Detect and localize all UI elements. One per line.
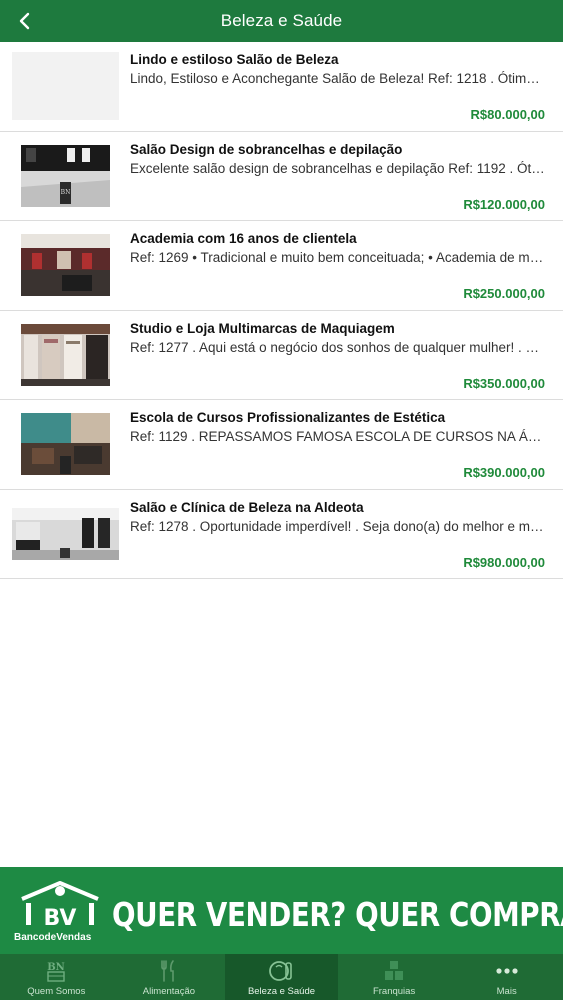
tab-alimentacao[interactable]: Alimentação [113,954,226,1000]
promo-banner[interactable]: BV BancodeVendas QUER VENDER? QUER COMPR… [0,867,563,954]
listing-thumbnail [12,499,119,568]
listing-item[interactable]: Salão e Clínica de Beleza na Aldeota Ref… [0,489,563,579]
fork-knife-icon [155,958,183,984]
tab-label: Beleza e Saúde [247,986,316,997]
listing-thumbnail [12,320,119,389]
page-title: Beleza e Saúde [220,11,343,30]
listing-thumbnail [12,410,119,478]
nav-header: Beleza e Saúde [0,0,563,42]
listing-item[interactable]: BN Salão Design de sobrancelhas e depila… [0,131,563,221]
svg-text:BN: BN [61,189,71,196]
tab-mais[interactable]: Mais [450,954,563,1000]
listing-price: R$980.000,00 [463,554,545,570]
listing-item[interactable]: Academia com 16 anos de clientela Ref: 1… [0,221,563,311]
listing-title: Academia com 16 anos de clientela [130,231,357,246]
listing-title: Salão e Clínica de Beleza na Aldeota [130,499,364,515]
tab-label: Alimentação [142,986,196,997]
listing-title: Escola de Cursos Profissionalizantes de … [130,410,446,425]
listing-thumbnail: BN [12,141,119,210]
tab-beleza-saude[interactable]: Beleza e Saúde [225,954,338,1000]
more-dots-icon [493,958,521,984]
listing-price: R$80.000,00 [470,107,545,122]
listing-price: R$350.000,00 [463,375,545,391]
listing-title: Salão Design de sobrancelhas e depilação [130,141,403,157]
banner-slogan: QUER VENDER? QUER COMPRAR? [112,895,563,934]
beauty-icon [267,958,295,984]
tab-label: Mais [496,986,517,997]
listing-description: Ref: 1278 . Oportunidade imperdível! . S… [130,518,545,534]
boxes-icon [380,958,408,984]
tab-label: Quem Somos [27,986,86,997]
listing-item[interactable]: Studio e Loja Multimarcas de Maquiagem R… [0,310,563,400]
listing-description: Lindo, Estiloso e Aconchegante Salão de … [130,71,545,86]
back-button[interactable] [10,6,40,36]
listing-description: Ref: 1129 . REPASSAMOS FAMOSA ESCOLA DE … [130,429,545,444]
tab-label: Franquias [372,986,416,997]
listing-description: Ref: 1269 • Tradicional e muito bem conc… [130,250,545,265]
bn-logo-icon: BN [42,958,70,984]
listing-price: R$250.000,00 [463,286,545,301]
tab-quem-somos[interactable]: BN Quem Somos [0,954,113,1000]
listing-item[interactable]: Escola de Cursos Profissionalizantes de … [0,400,563,490]
listing-item[interactable]: Lindo e estiloso Salão de Beleza Lindo, … [0,42,563,132]
listing-price: R$390.000,00 [463,465,545,480]
listing-list: Lindo e estiloso Salão de Beleza Lindo, … [0,42,563,579]
listing-thumbnail [12,52,119,120]
listing-title: Studio e Loja Multimarcas de Maquiagem [130,320,395,336]
svg-text:BV: BV [44,906,77,931]
tab-franquias[interactable]: Franquias [338,954,451,1000]
listing-title: Lindo e estiloso Salão de Beleza [130,52,339,67]
listing-description: Ref: 1277 . Aqui está o negócio dos sonh… [130,339,545,355]
listing-thumbnail [12,231,119,299]
brand-name: BancodeVendas [14,932,92,943]
tab-bar: BN Quem Somos Alimentação Beleza e Saúde [0,954,563,1000]
listing-price: R$120.000,00 [463,196,545,212]
chevron-left-icon [19,12,30,30]
listing-description: Excelente salão design de sobrancelhas e… [130,160,545,176]
